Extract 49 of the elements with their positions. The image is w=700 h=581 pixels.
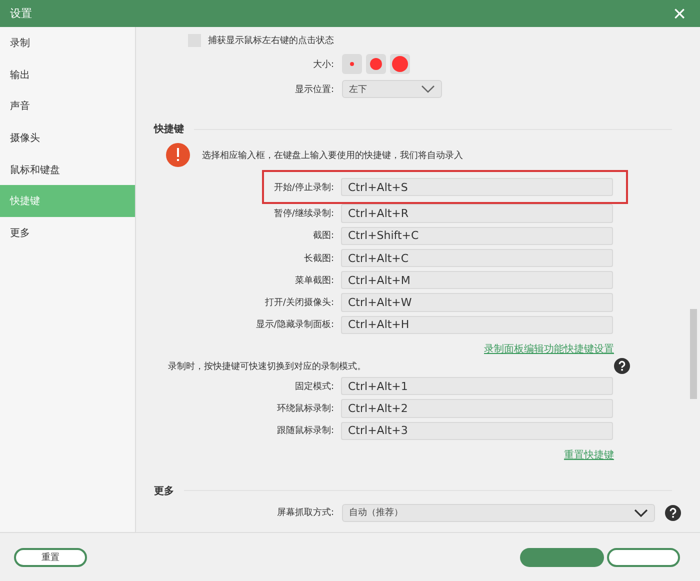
shortcut-field[interactable]: Ctrl+Alt+R (341, 204, 613, 223)
sidebar-item[interactable]: 更多 (0, 217, 135, 249)
section-title: 更多 (154, 484, 174, 498)
shortcut-label: 显示/隐藏录制面板: (254, 318, 334, 332)
size-label: 大小: (312, 58, 334, 70)
shortcut-field[interactable]: Ctrl+Alt+W (341, 293, 613, 312)
window-title: 设置 (10, 6, 32, 21)
shortcut-label: 环绕鼠标录制: (276, 402, 334, 416)
shortcut-field[interactable]: Ctrl+Alt+M (341, 271, 613, 290)
chevron-down-icon (634, 508, 648, 517)
help-icon[interactable] (665, 504, 681, 521)
shortcut-field[interactable]: Ctrl+Alt+2 (341, 399, 613, 418)
shortcut-label: 开始/停止录制: (272, 182, 334, 194)
size-option[interactable] (342, 54, 362, 74)
warning-icon (166, 143, 190, 167)
shortcut-field[interactable]: Ctrl+Alt+C (341, 248, 613, 268)
sidebar-item[interactable]: 摄像头 (0, 122, 135, 154)
notice-text: 选择相应输入框，在键盘上输入要使用的快捷键，我们将自动录入 (202, 150, 463, 162)
mode-note: 录制时，按快捷键可快速切换到对应的录制模式。 (168, 360, 366, 373)
cancel-button[interactable] (607, 548, 680, 566)
close-button[interactable]: × (669, 4, 690, 24)
shortcut-field[interactable]: Ctrl+Alt+1 (341, 377, 613, 396)
confirm-button[interactable] (520, 548, 604, 566)
shortcut-label: 打开/关闭摄像头: (264, 296, 334, 310)
sidebar-item[interactable]: 输出 (0, 58, 135, 90)
size-option[interactable] (366, 54, 386, 74)
shortcut-label: 固定模式: (294, 380, 334, 393)
shortcut-field[interactable]: Ctrl+Shift+C (341, 226, 613, 245)
capture-label: 屏幕抓取方式: (276, 506, 334, 520)
shortcut-field[interactable]: Ctrl+Alt+S (341, 178, 613, 196)
position-dropdown[interactable]: 左下 (342, 80, 442, 98)
chevron-down-icon (421, 85, 435, 93)
position-label: 显示位置: (294, 84, 334, 96)
capture-dropdown[interactable]: 自动（推荐） (342, 504, 655, 522)
reset-button[interactable]: 重置 (14, 548, 87, 566)
section-title: 快捷键 (154, 122, 184, 136)
size-option[interactable] (390, 54, 410, 74)
sidebar-item[interactable]: 鼠标和键盘 (0, 154, 135, 186)
shortcut-field[interactable]: Ctrl+Alt+H (341, 316, 613, 334)
shortcut-label: 截图: (312, 230, 334, 242)
shortcut-field[interactable]: Ctrl+Alt+3 (341, 422, 613, 440)
sidebar-item[interactable]: 录制 (0, 27, 135, 59)
shortcut-label: 暂停/继续录制: (272, 208, 334, 220)
help-icon[interactable] (614, 358, 630, 374)
shortcut-label: 菜单截图: (294, 274, 334, 287)
shortcut-label: 跟随鼠标录制: (276, 424, 334, 438)
sidebar-item[interactable]: 声音 (0, 90, 135, 122)
shortcut-label: 长截图: (302, 252, 334, 265)
checkbox-label: 捕获显示鼠标左右键的点击状态 (208, 34, 334, 46)
